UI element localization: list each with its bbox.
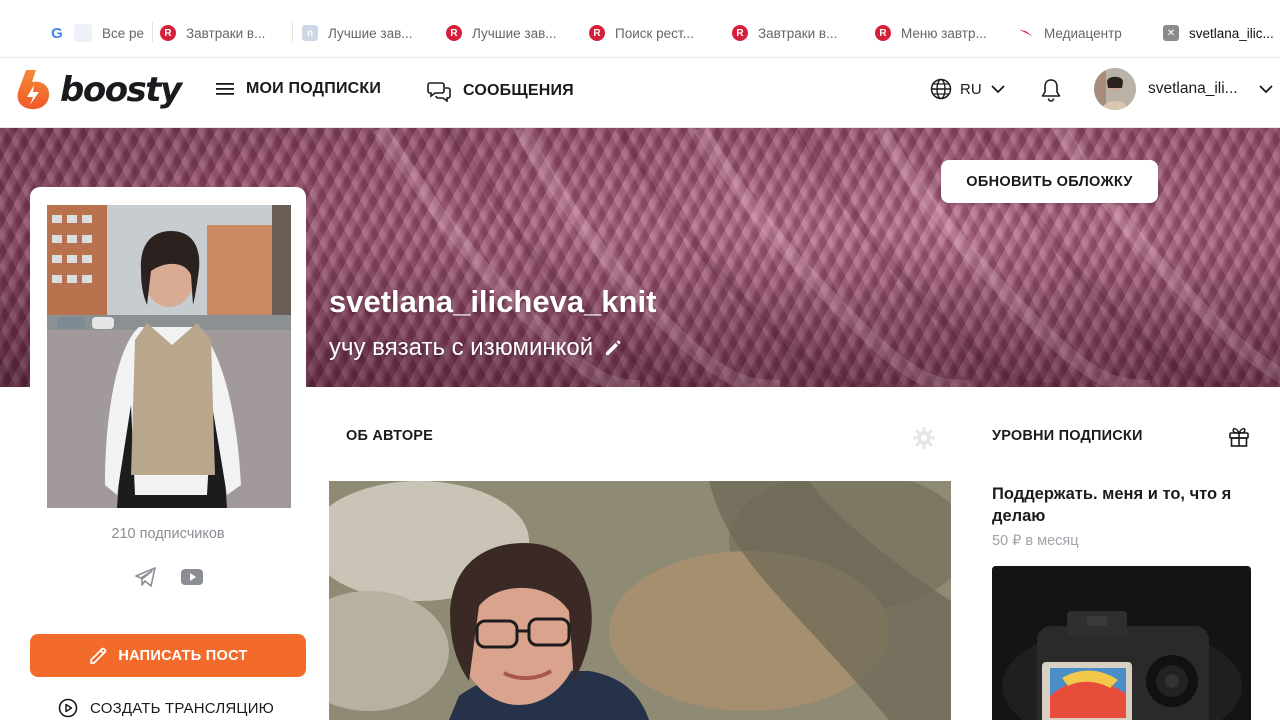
chevron-down-icon — [1258, 85, 1273, 94]
mediacenter-icon — [1018, 25, 1034, 41]
user-menu[interactable]: svetlana_ili... — [1094, 68, 1274, 110]
document-icon: n — [302, 25, 318, 41]
globe-icon — [930, 78, 952, 100]
google-icon: G — [50, 24, 64, 42]
write-post-label: НАПИСАТЬ ПОСТ — [118, 647, 248, 664]
browser-tab[interactable]: G Все ре — [50, 14, 144, 52]
pencil-icon — [90, 647, 107, 664]
pencil-icon[interactable] — [603, 338, 623, 358]
subscription-level-title[interactable]: Поддержать. меня и то, что я делаю — [992, 483, 1252, 527]
bell-icon — [1041, 79, 1061, 102]
language-label: RU — [960, 80, 982, 98]
tab-divider — [292, 22, 293, 42]
browser-tab[interactable]: R Лучшие зав... — [446, 14, 557, 52]
boosty-logo[interactable]: boosty — [16, 68, 182, 110]
write-post-button[interactable]: НАПИСАТЬ ПОСТ — [30, 634, 306, 677]
restaurant-r-icon: R — [732, 25, 748, 41]
menu-icon — [216, 83, 234, 95]
username-label: svetlana_ili... — [1148, 80, 1238, 97]
browser-tab-label: Лучшие зав... — [328, 25, 413, 41]
create-stream-button[interactable]: СОЗДАТЬ ТРАНСЛЯЦИЮ — [58, 698, 274, 718]
notifications-button[interactable] — [1040, 78, 1062, 107]
language-selector[interactable]: RU — [930, 78, 1006, 100]
gear-icon[interactable] — [912, 426, 936, 450]
browser-tab-label: svetlana_ilic... — [1189, 25, 1274, 41]
close-icon[interactable]: ✕ — [1163, 25, 1179, 41]
restaurant-r-icon: R — [875, 25, 891, 41]
restaurant-r-icon: R — [160, 25, 176, 41]
channel-description: учу вязать с изюминкой — [329, 334, 623, 362]
nav-messages[interactable]: СООБЩЕНИЯ — [427, 80, 574, 102]
tab-divider — [152, 22, 153, 42]
boosty-logo-icon — [17, 70, 50, 110]
nav-my-subscriptions[interactable]: МОИ ПОДПИСКИ — [216, 80, 381, 98]
channel-name: svetlana_ilicheva_knit — [329, 284, 657, 319]
browser-tab[interactable]: R Поиск рест... — [589, 14, 694, 52]
nav-messages-label: СООБЩЕНИЯ — [463, 82, 574, 99]
subscription-level-price: 50 ₽ в месяц — [992, 533, 1079, 549]
play-circle-icon — [58, 698, 78, 718]
browser-tab-label: Медиацентр — [1044, 25, 1122, 41]
restaurant-r-icon: R — [589, 25, 605, 41]
create-stream-label: СОЗДАТЬ ТРАНСЛЯЦИЮ — [90, 699, 275, 717]
boosty-logo-text: boosty — [60, 70, 182, 110]
telegram-icon[interactable] — [134, 566, 158, 588]
subscriber-count: 210 подписчиков — [111, 526, 225, 542]
browser-tab-label: Лучшие зав... — [472, 25, 557, 41]
chevron-down-icon — [991, 85, 1005, 94]
browser-tab-active[interactable]: ✕ svetlana_ilic... — [1163, 14, 1274, 52]
browser-tab[interactable]: R Завтраки в... — [160, 14, 265, 52]
gift-icon[interactable] — [1228, 425, 1250, 447]
subscription-levels-heading: УРОВНИ ПОДПИСКИ — [992, 428, 1143, 444]
subscription-level-image[interactable] — [992, 566, 1251, 720]
channel-description-text: учу вязать с изюминкой — [329, 334, 594, 361]
chat-icon — [427, 82, 451, 102]
browser-tab[interactable]: n Лучшие зав... — [302, 14, 413, 52]
update-cover-button[interactable]: ОБНОВИТЬ ОБЛОЖКУ — [941, 160, 1158, 203]
youtube-icon[interactable] — [180, 568, 204, 586]
avatar — [1094, 68, 1136, 110]
browser-tab[interactable]: R Завтраки в... — [732, 14, 837, 52]
browser-tab[interactable]: R Меню завтр... — [875, 14, 987, 52]
site-header: boosty МОИ ПОДПИСКИ СООБЩЕНИЯ RU svetlan… — [0, 58, 1280, 128]
about-photo[interactable] — [329, 481, 951, 720]
profile-photo[interactable] — [47, 205, 291, 508]
browser-tab-label: Завтраки в... — [758, 25, 838, 41]
browser-tab[interactable]: Медиацентр — [1018, 14, 1122, 52]
browser-tab-label: Все ре — [102, 25, 145, 41]
browser-tab-label: Поиск рест... — [615, 25, 694, 41]
nav-my-subscriptions-label: МОИ ПОДПИСКИ — [246, 80, 382, 97]
document-icon — [74, 24, 92, 42]
browser-tab-label: Завтраки в... — [186, 25, 266, 41]
restaurant-r-icon: R — [446, 25, 462, 41]
about-heading: ОБ АВТОРЕ — [346, 428, 434, 444]
social-links — [134, 566, 204, 588]
browser-tab-label: Меню завтр... — [901, 25, 987, 41]
browser-tab-strip: G Все ре R Завтраки в... n Лучшие зав...… — [0, 0, 1280, 58]
profile-card: 210 подписчиков НАПИСАТЬ ПОСТ СОЗДАТЬ ТР… — [30, 187, 306, 720]
